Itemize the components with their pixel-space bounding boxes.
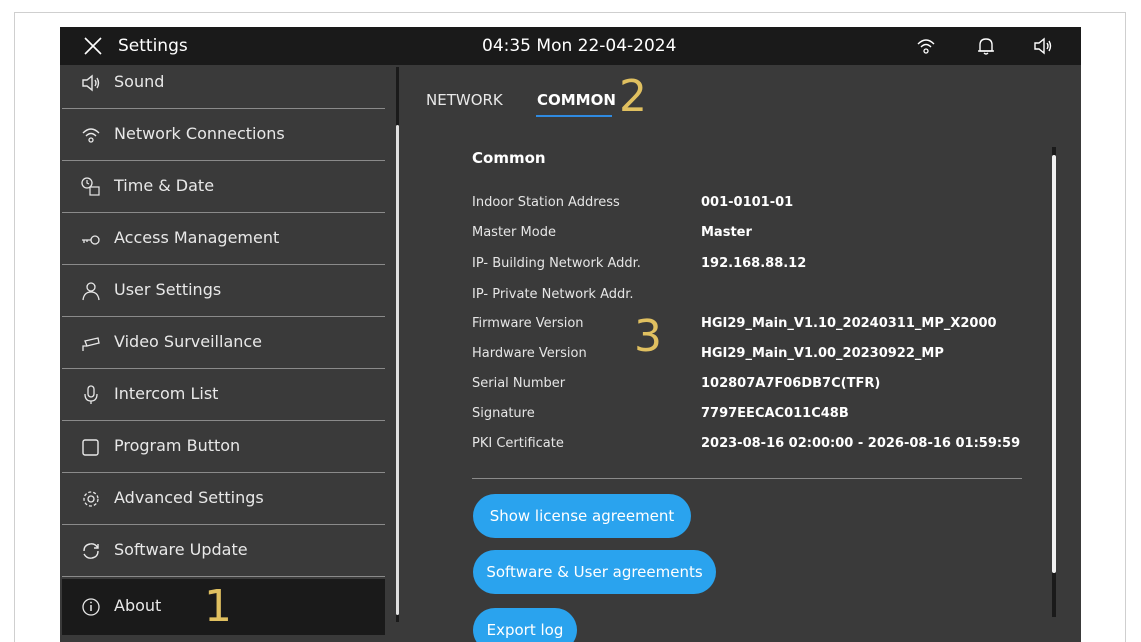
sidebar-item-program-button[interactable]: Program Button [62, 421, 385, 473]
sidebar-item-label: Time & Date [114, 176, 215, 195]
sidebar-item-label: Network Connections [114, 124, 285, 143]
info-label: IP- Private Network Addr. [472, 287, 634, 302]
info-icon [82, 598, 100, 616]
info-label: Indoor Station Address [472, 195, 620, 210]
content-scrollbar-thumb[interactable] [1052, 155, 1056, 573]
sidebar-item-about[interactable]: About 1 [62, 579, 385, 635]
section-divider [472, 478, 1022, 479]
sidebar-item-label: Video Surveillance [114, 332, 263, 351]
info-value: 192.168.88.12 [701, 256, 807, 271]
square-icon [82, 439, 99, 456]
sidebar-item-video-surveillance[interactable]: Video Surveillance [62, 317, 385, 369]
software-user-agreements-button[interactable]: Software & User agreements [473, 550, 716, 594]
section-title: Common [472, 149, 546, 167]
info-row-signature: Signature 7797EECAC011C48B [472, 406, 1032, 428]
speaker-icon [82, 74, 100, 92]
tab-common[interactable]: COMMON [537, 91, 616, 109]
microphone-icon [84, 385, 98, 404]
info-value: 7797EECAC011C48B [701, 406, 849, 421]
speaker-icon[interactable] [1032, 35, 1054, 57]
device-screen: Settings 04:35 Mon 22-04-2024 Sound Netw… [60, 27, 1081, 642]
sidebar-item-network-connections[interactable]: Network Connections [62, 109, 385, 161]
sidebar-item-user-settings[interactable]: User Settings [62, 265, 385, 317]
active-tab-indicator [536, 115, 612, 117]
sidebar-item-intercom-list[interactable]: Intercom List [62, 369, 385, 421]
info-row-indoor-station-address: Indoor Station Address 001-0101-01 [472, 195, 1032, 217]
page-title: Settings [118, 36, 188, 56]
info-label: Hardware Version [472, 346, 587, 361]
gear-icon [83, 491, 99, 507]
key-icon [82, 235, 100, 245]
sidebar-scrollbar-thumb[interactable] [396, 125, 399, 615]
sidebar-item-advanced-settings[interactable]: Advanced Settings [62, 473, 385, 525]
info-value: 001-0101-01 [701, 195, 794, 210]
wifi-icon [82, 128, 100, 143]
info-label: Master Mode [472, 225, 556, 240]
sidebar-item-label: Advanced Settings [114, 488, 264, 507]
annotation-marker-3: 3 [634, 311, 662, 362]
calendar-clock-icon [81, 177, 100, 196]
info-label: PKI Certificate [472, 436, 564, 451]
info-value: HGI29_Main_V1.10_20240311_MP_X2000 [701, 316, 997, 331]
info-value: 2023-08-16 02:00:00 - 2026-08-16 01:59:5… [701, 436, 1021, 451]
bell-icon[interactable] [975, 35, 997, 57]
info-label: Serial Number [472, 376, 566, 391]
sidebar-item-label: Software Update [114, 540, 248, 559]
export-log-button[interactable]: Export log [473, 608, 577, 642]
sidebar-item-label: User Settings [114, 280, 222, 299]
sidebar-item-label: Sound [114, 72, 165, 91]
close-icon[interactable] [82, 35, 104, 57]
info-row-firmware-version: Firmware Version HGI29_Main_V1.10_202403… [472, 316, 1032, 338]
info-row-building-network-addr: IP- Building Network Addr. 192.168.88.12 [472, 256, 1032, 278]
info-row-pki-certificate: PKI Certificate 2023-08-16 02:00:00 - 20… [472, 436, 1032, 458]
info-label: Firmware Version [472, 316, 584, 331]
sidebar-item-label: Intercom List [114, 384, 219, 403]
annotation-marker-2: 2 [619, 71, 647, 122]
wifi-icon[interactable] [915, 35, 937, 57]
camera-icon [82, 337, 100, 351]
datetime-display: 04:35 Mon 22-04-2024 [482, 36, 677, 56]
user-icon [82, 282, 100, 301]
info-value: 102807A7F06DB7C(TFR) [701, 376, 881, 391]
sidebar-item-time-date[interactable]: Time & Date [62, 161, 385, 213]
info-row-serial-number: Serial Number 102807A7F06DB7C(TFR) [472, 376, 1032, 398]
info-value: Master [701, 225, 752, 240]
sidebar-item-label: Program Button [114, 436, 241, 455]
refresh-icon [83, 543, 99, 559]
show-license-agreement-button[interactable]: Show license agreement [473, 494, 691, 538]
info-row-master-mode: Master Mode Master [472, 225, 1032, 247]
info-row-hardware-version: Hardware Version HGI29_Main_V1.00_202309… [472, 346, 1032, 368]
info-row-private-network-addr: IP- Private Network Addr. [472, 287, 1032, 309]
sidebar-item-label: Access Management [114, 228, 280, 247]
info-label: IP- Building Network Addr. [472, 256, 641, 271]
sidebar-item-sound[interactable]: Sound [62, 57, 385, 109]
info-label: Signature [472, 406, 535, 421]
sidebar-item-label: About [114, 596, 162, 615]
settings-sidebar: Sound Network Connections Time & Date Ac… [60, 65, 385, 642]
info-value: HGI29_Main_V1.00_20230922_MP [701, 346, 944, 361]
tab-network[interactable]: NETWORK [426, 91, 503, 109]
sidebar-item-access-management[interactable]: Access Management [62, 213, 385, 265]
annotation-marker-1: 1 [204, 581, 232, 632]
sidebar-item-software-update[interactable]: Software Update [62, 525, 385, 577]
